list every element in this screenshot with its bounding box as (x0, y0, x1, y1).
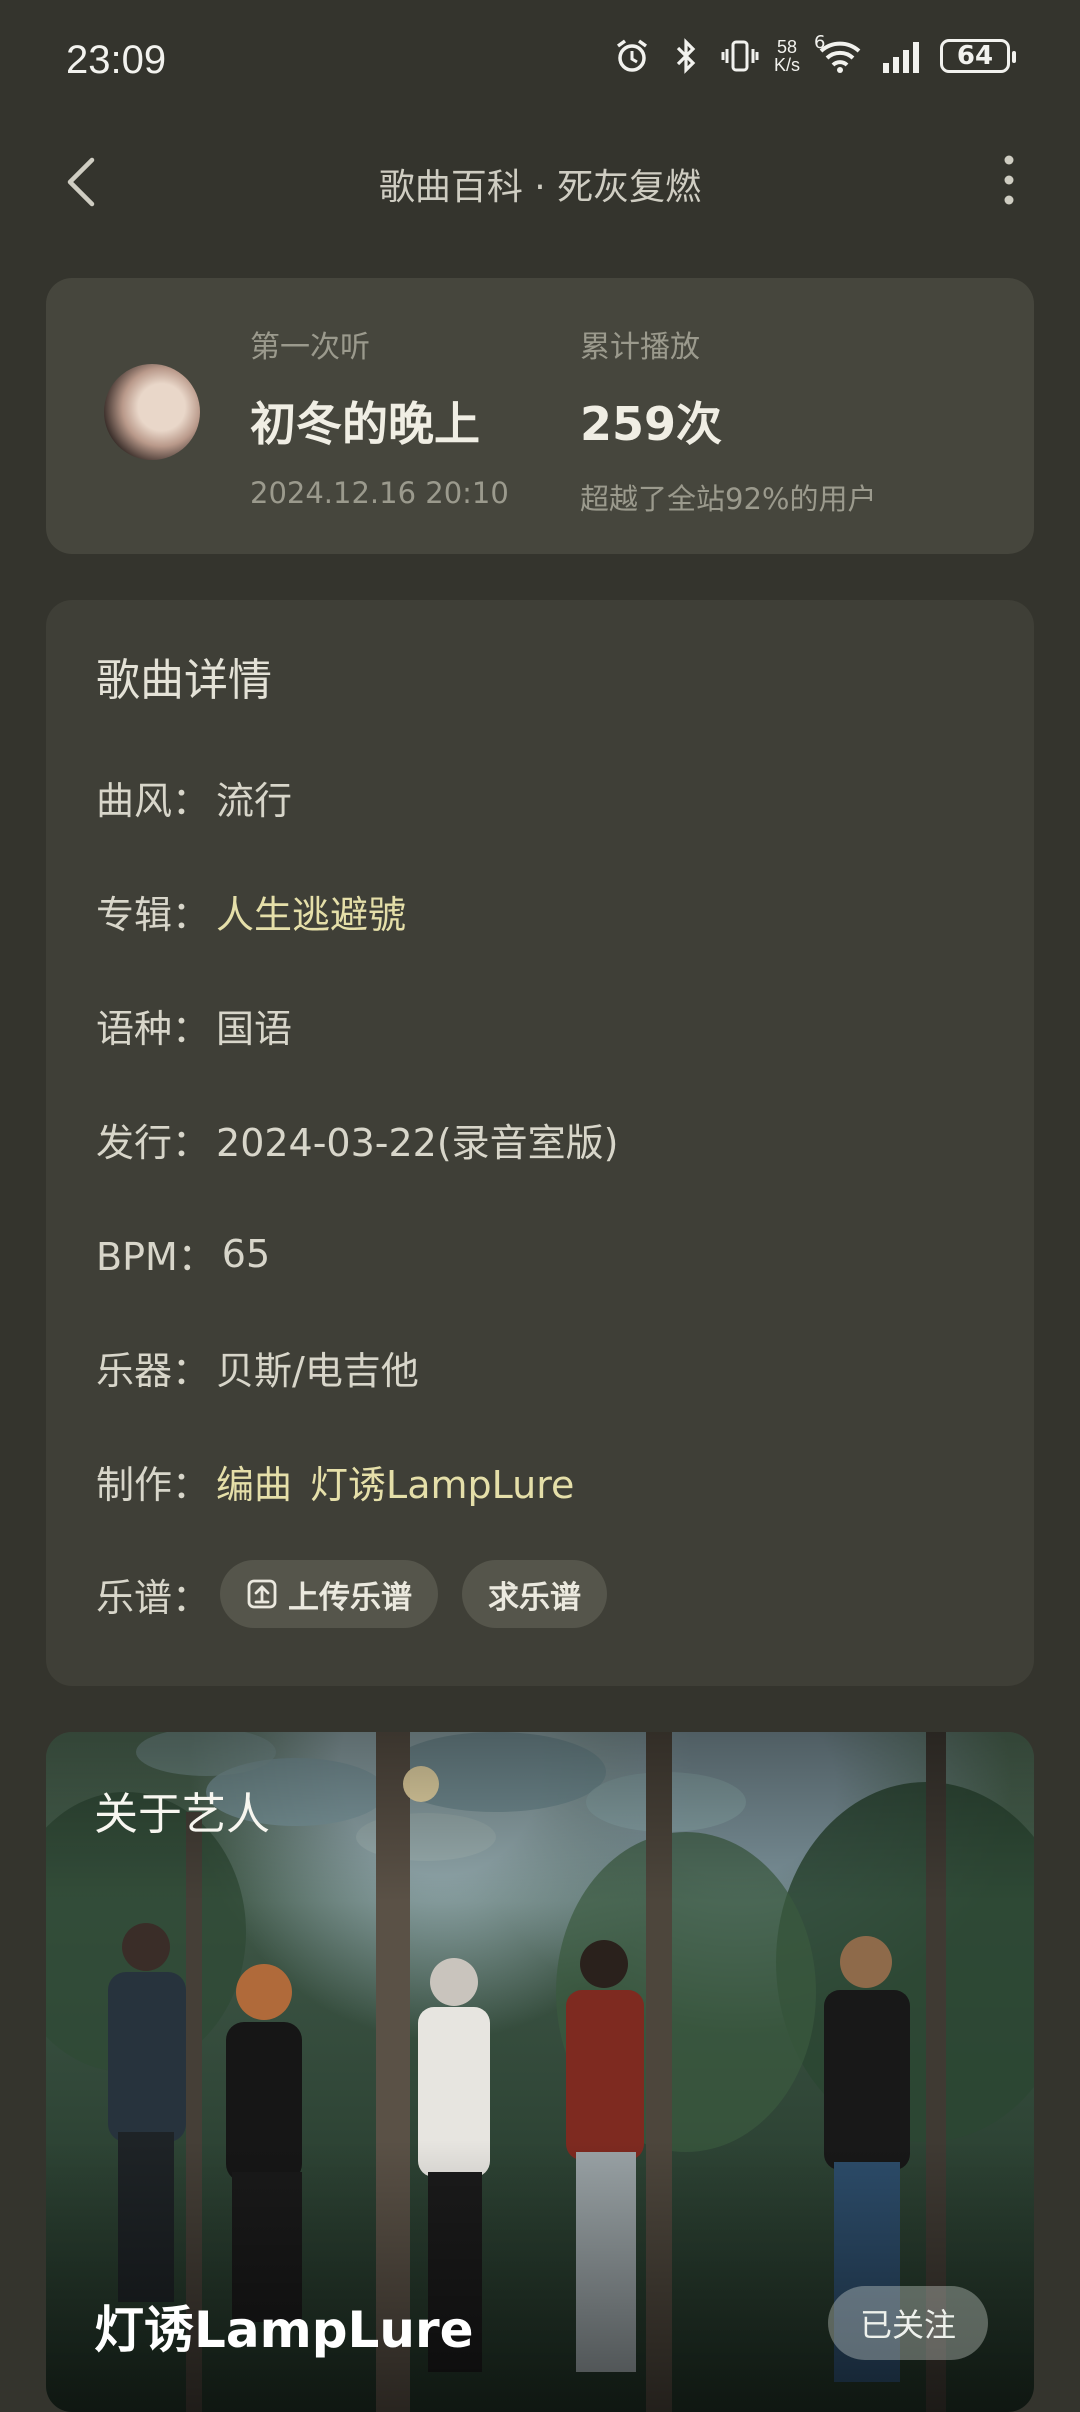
total-plays-value: 259次 (580, 397, 723, 451)
detail-row-genre: 曲风： 流行 (96, 770, 292, 825)
signal-badge: 6 (814, 32, 826, 53)
first-listen-label: 第一次听 (250, 330, 370, 365)
detail-key: 制作： (96, 1463, 211, 1507)
page-title: 歌曲百科 · 死灰复燃 (378, 167, 702, 208)
follow-button[interactable]: 已关注 (828, 2286, 988, 2360)
net-speed: 58 K/s (774, 38, 800, 74)
detail-value: 65 (221, 1231, 271, 1276)
detail-key: BPM： (96, 1235, 216, 1279)
first-listen: 第一次听 初冬的晚上 2024.12.16 20:10 (250, 322, 509, 510)
signal-icon (880, 36, 926, 76)
detail-row-language: 语种： 国语 (96, 998, 292, 1053)
detail-value: 贝斯/电吉他 (216, 1349, 419, 1393)
request-sheet-label: 求乐谱 (488, 1579, 582, 1616)
details-title: 歌曲详情 (96, 655, 272, 706)
clock: 23:09 (66, 38, 167, 82)
album-link[interactable]: 人生逃避號 (216, 884, 406, 939)
song-details-card: 歌曲详情 曲风： 流行 专辑： 人生逃避號 语种： 国语 发行： 2024-03… (46, 600, 1034, 1686)
total-plays-note: 超越了全站92%的用户 (580, 482, 877, 516)
total-plays-label: 累计播放 (580, 330, 700, 365)
detail-key: 发行： (96, 1121, 211, 1165)
detail-row-release: 发行： 2024-03-22(录音室版) (96, 1112, 619, 1167)
battery-icon: 64 (940, 39, 1016, 73)
first-listen-time: 2024.12.16 20:10 (250, 476, 509, 510)
more-button[interactable] (994, 150, 1024, 210)
detail-row-bpm: BPM： 65 (96, 1226, 270, 1281)
detail-row-production: 制作： 编曲 灯诱LampLure (96, 1454, 574, 1509)
request-sheet-button[interactable]: 求乐谱 (462, 1560, 608, 1628)
status-icons: 58 K/s 6 64 (612, 32, 1016, 76)
vibrate-icon (720, 36, 760, 76)
wifi-icon: 6 (814, 32, 866, 76)
total-plays: 累计播放 259次 超越了全站92%的用户 (580, 322, 876, 518)
upload-sheet-button[interactable]: 上传乐谱 (220, 1560, 439, 1628)
first-listen-value: 初冬的晚上 (250, 397, 480, 451)
nav-bar: 歌曲百科 · 死灰复燃 (0, 130, 1080, 230)
more-vertical-icon (1004, 155, 1014, 205)
detail-key: 专辑： (96, 893, 211, 937)
listen-stats-card: 第一次听 初冬的晚上 2024.12.16 20:10 累计播放 259次 超越… (46, 278, 1034, 554)
net-speed-value: 58 (776, 37, 797, 57)
detail-key: 乐谱： (96, 1575, 211, 1620)
detail-key: 曲风： (96, 779, 211, 823)
producer-role: 编曲 (216, 1463, 293, 1507)
detail-key: 乐器： (96, 1349, 211, 1393)
net-speed-unit: K/s (773, 55, 800, 75)
detail-value: 国语 (216, 1007, 293, 1051)
detail-value: 2024-03-22(录音室版) (216, 1121, 619, 1165)
detail-row-sheet: 乐谱： 上传乐谱 求乐谱 (96, 1560, 621, 1628)
avatar[interactable] (104, 364, 200, 460)
artist-section-label: 关于艺人 (94, 1789, 270, 1840)
upload-sheet-label: 上传乐谱 (288, 1579, 413, 1616)
upload-icon (247, 1579, 277, 1609)
producer-link[interactable]: 灯诱LampLure (310, 1454, 574, 1509)
detail-key: 语种： (96, 1007, 211, 1051)
bluetooth-icon (666, 36, 706, 76)
status-bar: 23:09 58 K/s 6 64 (0, 0, 1080, 120)
detail-value: 流行 (216, 779, 293, 823)
alarm-icon (612, 36, 652, 76)
artist-name[interactable]: 灯诱LampLure (94, 2290, 474, 2362)
artist-card[interactable]: 关于艺人 灯诱LampLure 已关注 (46, 1732, 1034, 2412)
detail-row-album: 专辑： 人生逃避號 (96, 884, 406, 939)
detail-row-instruments: 乐器： 贝斯/电吉他 (96, 1340, 419, 1395)
